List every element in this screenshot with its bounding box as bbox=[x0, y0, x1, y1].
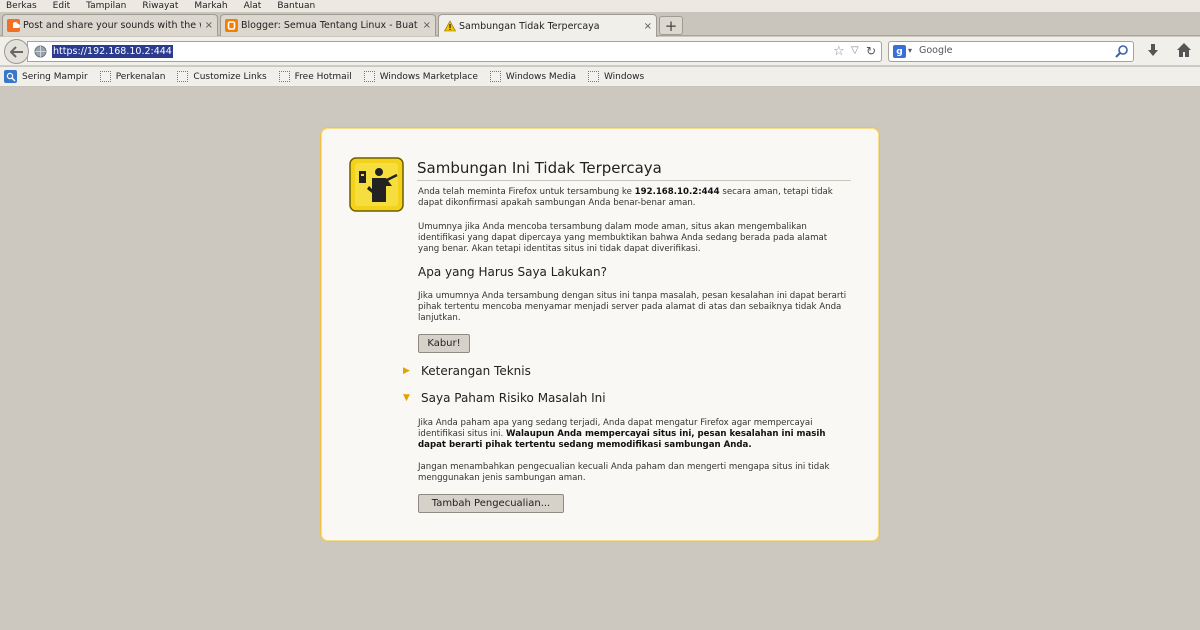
technical-details-label: Keterangan Teknis bbox=[421, 364, 531, 378]
collapsed-arrow-icon: ▶ bbox=[403, 366, 410, 376]
menu-markah[interactable]: Markah bbox=[194, 1, 227, 11]
host-address: 192.168.10.2:444 bbox=[634, 187, 720, 197]
bookmark-sering-mampir[interactable]: Sering Mampir bbox=[4, 70, 88, 83]
menu-bantuan[interactable]: Bantuan bbox=[277, 1, 315, 11]
engine-dropdown-icon[interactable]: ▾ bbox=[908, 46, 912, 55]
exception-warning-paragraph: Jangan menambahkan pengecualian kecuali … bbox=[418, 462, 830, 484]
understand-risks-label: Saya Paham Risiko Masalah Ini bbox=[421, 391, 606, 405]
technical-details-expander[interactable]: ▶ Keterangan Teknis bbox=[403, 364, 531, 378]
close-icon[interactable]: × bbox=[644, 21, 652, 32]
search-input[interactable]: Google bbox=[919, 45, 953, 56]
blogger-icon bbox=[225, 19, 238, 32]
explanation-paragraph: Umumnya jika Anda mencoba tersambung dal… bbox=[418, 222, 828, 255]
globe-icon bbox=[34, 45, 47, 58]
understand-risks-expander[interactable]: ▼ Saya Paham Risiko Masalah Ini bbox=[403, 391, 606, 405]
tab-label: Blogger: Semua Tentang Linux - Buat entr… bbox=[241, 20, 419, 31]
tab-untrusted-connection[interactable]: Sambungan Tidak Terpercaya × bbox=[438, 14, 657, 37]
bookmark-label: Windows Media bbox=[505, 71, 576, 82]
smart-bookmark-icon bbox=[4, 70, 17, 83]
bookmark-icon bbox=[587, 71, 599, 82]
menu-alat[interactable]: Alat bbox=[244, 1, 262, 11]
warning-icon bbox=[443, 20, 456, 33]
bookmark-icon bbox=[278, 71, 290, 82]
url-bar[interactable]: https://192.168.10.2:444 ☆ ▽ ↻ bbox=[27, 41, 882, 62]
bookmark-free-hotmail[interactable]: Free Hotmail bbox=[278, 71, 352, 82]
bookmark-icon bbox=[99, 71, 111, 82]
navigation-bar: https://192.168.10.2:444 ☆ ▽ ↻ g ▾ Googl… bbox=[0, 37, 1200, 66]
expanded-arrow-icon: ▼ bbox=[403, 393, 410, 403]
bookmarks-bar: Sering Mampir Perkenalan Customize Links… bbox=[0, 67, 1200, 87]
bookmark-icon bbox=[177, 71, 189, 82]
bookmark-windows[interactable]: Windows bbox=[587, 71, 645, 82]
bookmark-label: Perkenalan bbox=[115, 71, 166, 82]
url-text[interactable]: https://192.168.10.2:444 bbox=[52, 45, 173, 58]
advice-paragraph: Jika umumnya Anda tersambung dengan situ… bbox=[418, 291, 847, 324]
page-title: Sambungan Ini Tidak Terpercaya bbox=[417, 159, 851, 181]
add-exception-button[interactable]: Tambah Pengecualian... bbox=[418, 494, 564, 513]
get-me-out-button[interactable]: Kabur! bbox=[418, 334, 470, 353]
bookmark-icon bbox=[489, 71, 501, 82]
tab-soundcloud[interactable]: Post and share your sounds with the wor.… bbox=[2, 14, 218, 36]
bookmark-icon bbox=[363, 71, 375, 82]
soundcloud-icon bbox=[7, 19, 20, 32]
bookmark-label: Sering Mampir bbox=[22, 71, 88, 82]
untrusted-connection-panel: Sambungan Ini Tidak Terpercaya Anda tela… bbox=[320, 127, 880, 542]
bookmark-windows-media[interactable]: Windows Media bbox=[489, 71, 576, 82]
back-arrow-icon bbox=[9, 45, 23, 58]
bookmark-label: Free Hotmail bbox=[294, 71, 352, 82]
security-guard-icon bbox=[349, 157, 404, 212]
menu-riwayat[interactable]: Riwayat bbox=[142, 1, 178, 11]
menu-tampilan[interactable]: Tampilan bbox=[86, 1, 126, 11]
back-button[interactable] bbox=[4, 39, 29, 64]
tab-label: Sambungan Tidak Terpercaya bbox=[459, 20, 600, 32]
risks-paragraph: Jika Anda paham apa yang sedang terjadi,… bbox=[418, 418, 826, 451]
tab-blogger[interactable]: Blogger: Semua Tentang Linux - Buat entr… bbox=[220, 14, 436, 36]
bookmark-label: Windows bbox=[603, 71, 645, 82]
reload-icon[interactable]: ↻ bbox=[866, 44, 876, 58]
history-dropdown-icon[interactable]: ▽ bbox=[851, 45, 859, 56]
what-to-do-heading: Apa yang Harus Saya Lakukan? bbox=[418, 265, 607, 279]
tab-label: Post and share your sounds with the wor.… bbox=[23, 20, 201, 31]
bookmark-label: Windows Marketplace bbox=[379, 71, 478, 82]
close-icon[interactable]: × bbox=[423, 20, 431, 31]
menu-edit[interactable]: Edit bbox=[53, 1, 70, 11]
intro-paragraph: Anda telah meminta Firefox untuk tersamb… bbox=[418, 187, 833, 209]
bookmark-windows-marketplace[interactable]: Windows Marketplace bbox=[363, 71, 478, 82]
bookmark-label: Customize Links bbox=[193, 71, 267, 82]
download-icon[interactable] bbox=[1145, 42, 1161, 58]
search-bar[interactable]: g ▾ Google bbox=[888, 41, 1134, 62]
bookmark-star-icon[interactable]: ☆ bbox=[833, 44, 845, 59]
menu-berkas[interactable]: Berkas bbox=[6, 1, 37, 11]
home-icon[interactable] bbox=[1175, 41, 1193, 59]
close-icon[interactable]: × bbox=[205, 20, 213, 31]
new-tab-button[interactable]: + bbox=[659, 16, 683, 35]
bookmark-perkenalan[interactable]: Perkenalan bbox=[99, 71, 166, 82]
google-icon[interactable]: g bbox=[893, 45, 906, 58]
tab-strip: Post and share your sounds with the wor.… bbox=[0, 12, 1200, 37]
search-icon[interactable] bbox=[1115, 44, 1129, 58]
menu-bar: Berkas Edit Tampilan Riwayat Markah Alat… bbox=[0, 0, 1200, 12]
bookmark-customize-links[interactable]: Customize Links bbox=[177, 71, 267, 82]
